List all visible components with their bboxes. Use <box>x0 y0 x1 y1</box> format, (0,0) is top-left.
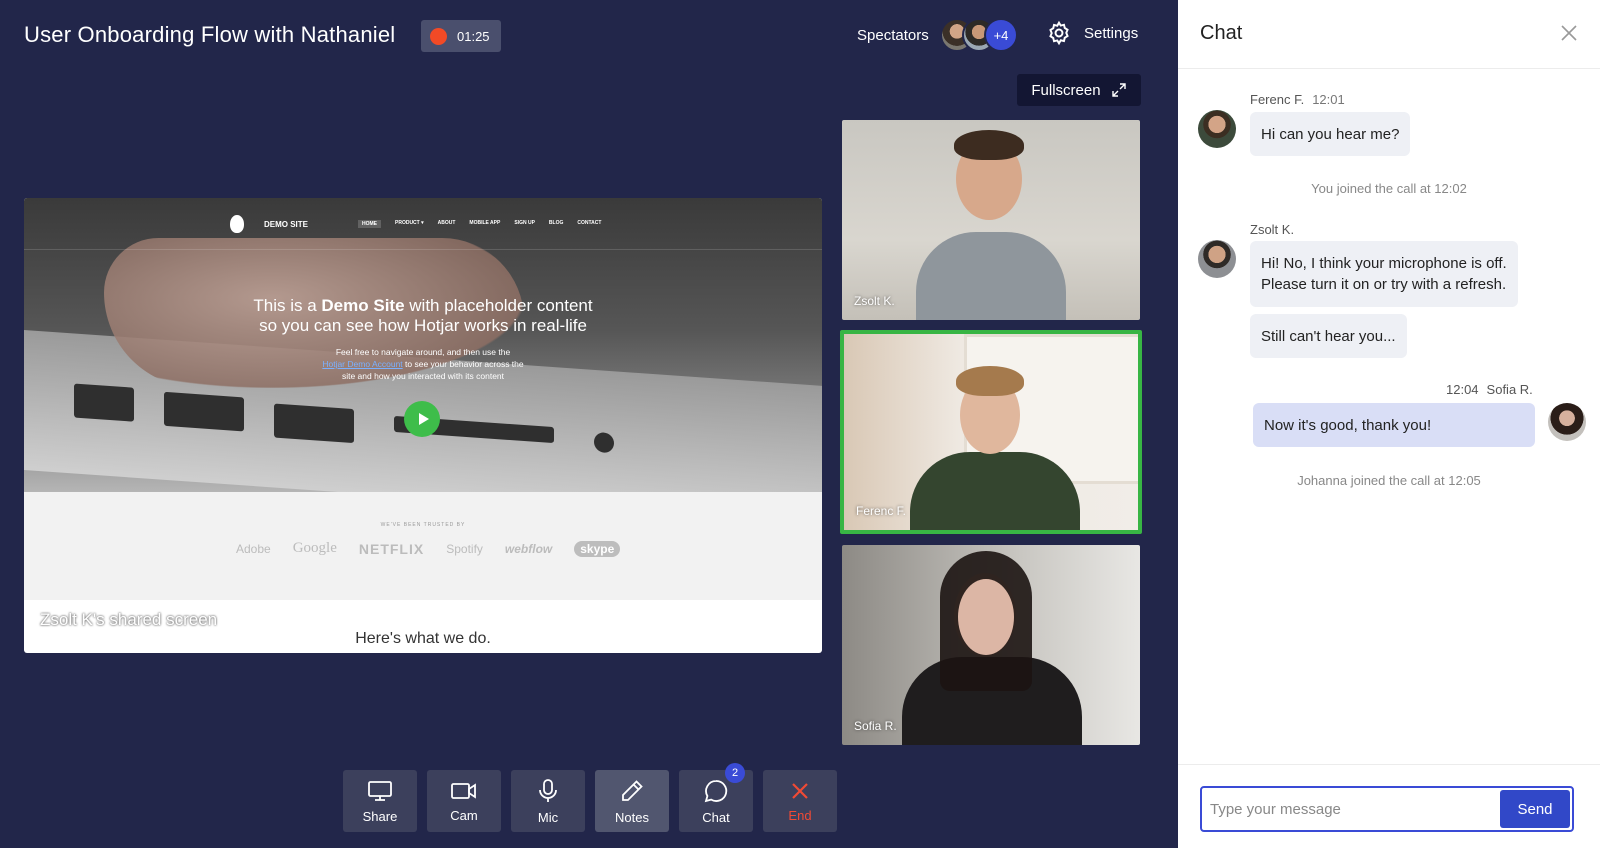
participant-tile-active[interactable]: Ferenc F. <box>840 330 1142 534</box>
demo-site-menu: HOME PRODUCT ▾ ABOUT MOBILE APP SIGN UP … <box>358 220 601 228</box>
trusted-title: WE'VE BEEN TRUSTED BY <box>380 522 466 528</box>
settings-button[interactable]: Settings <box>1046 20 1138 46</box>
demo-menu-item: BLOG <box>548 220 564 226</box>
chat-title: Chat <box>1200 22 1243 44</box>
call-area: User Onboarding Flow with Nathaniel 01:2… <box>0 0 1178 848</box>
skype-logo: skype <box>574 540 621 557</box>
send-button[interactable]: Send <box>1500 790 1570 828</box>
chat-message: Still can't hear you... <box>1250 314 1407 358</box>
demo-paragraph: Hotjar Demo Account to see your behavior… <box>322 359 524 369</box>
demo-site-hero: DEMO SITE HOME PRODUCT ▾ ABOUT MOBILE AP… <box>24 198 822 492</box>
recording-icon <box>430 27 447 45</box>
avatar <box>1198 110 1236 148</box>
webflow-logo: webflow <box>504 541 553 556</box>
participant-name: Sofia R. <box>854 719 897 733</box>
chat-message: Hi! No, I think your microphone is off. … <box>1250 241 1518 307</box>
demo-menu-item: HOME <box>358 220 381 228</box>
fullscreen-button[interactable]: Fullscreen <box>1017 74 1141 106</box>
mic-button[interactable]: Mic <box>511 770 585 832</box>
message-meta: Ferenc F. 12:01 <box>1250 92 1345 107</box>
demo-menu-item: ABOUT <box>437 220 456 226</box>
shared-screen[interactable]: DEMO SITE HOME PRODUCT ▾ ABOUT MOBILE AP… <box>24 198 822 653</box>
spectators-label: Spectators <box>857 27 929 44</box>
notes-label: Notes <box>615 809 649 825</box>
message-composer: Send <box>1200 786 1574 832</box>
demo-menu-item: PRODUCT ▾ <box>395 220 424 226</box>
demo-headline-line2: so you can see how Hotjar works in real-… <box>259 316 587 335</box>
adobe-logo: Adobe <box>236 541 271 556</box>
fullscreen-label: Fullscreen <box>1031 81 1101 99</box>
end-label: End <box>788 807 812 823</box>
participant-name: Zsolt K. <box>854 294 895 308</box>
chat-bubble-icon <box>704 779 728 802</box>
gear-icon <box>1049 20 1069 46</box>
monitor-icon <box>368 780 392 801</box>
end-call-button[interactable]: End <box>763 770 837 832</box>
chat-label: Chat <box>702 809 730 825</box>
demo-account-link: Hotjar Demo Account <box>322 359 403 369</box>
trusted-logos: Adobe Google NETFLIX Spotify webflow sky… <box>236 540 621 557</box>
recording-timer: 01:25 <box>421 20 501 52</box>
demo-paragraph: Feel free to navigate around, and then u… <box>335 347 511 357</box>
demo-headline: This is a Demo Site with placeholder con… <box>253 296 593 315</box>
flame-icon <box>230 215 244 233</box>
camera-icon <box>451 782 476 799</box>
demo-site-nav: DEMO SITE HOME PRODUCT ▾ ABOUT MOBILE AP… <box>24 198 822 250</box>
message-author: Zsolt K. <box>1250 222 1295 237</box>
demo-subheading: Here's what we do. <box>355 630 491 647</box>
demo-paragraph: site and how you interacted with its con… <box>341 371 505 381</box>
divider <box>1178 68 1600 69</box>
share-label: Share <box>362 808 398 824</box>
netflix-logo: NETFLIX <box>358 540 425 557</box>
settings-label: Settings <box>1084 24 1139 42</box>
share-button[interactable]: Share <box>343 770 417 832</box>
avatar <box>1198 240 1236 278</box>
close-icon <box>792 782 808 799</box>
participant-tile[interactable]: Zsolt K. <box>842 120 1140 320</box>
demo-trusted-by: WE'VE BEEN TRUSTED BY Adobe Google NETFL… <box>24 492 822 600</box>
play-icon <box>404 401 440 437</box>
unread-badge: 2 <box>725 763 745 783</box>
google-logo: Google <box>292 540 337 556</box>
avatar <box>1548 403 1586 441</box>
spectators-avatars[interactable]: +4 <box>940 18 1020 54</box>
notes-button[interactable]: Notes <box>595 770 669 832</box>
cam-button[interactable]: Cam <box>427 770 501 832</box>
shared-screen-caption: Zsolt K's shared screen <box>40 610 218 629</box>
system-message: Johanna joined the call at 12:05 <box>1297 473 1481 488</box>
chat-button[interactable]: Chat 2 <box>679 763 753 832</box>
participant-name: Ferenc F. <box>856 504 907 518</box>
call-title: User Onboarding Flow with Nathaniel <box>24 22 396 47</box>
spotify-logo: Spotify <box>446 541 483 556</box>
demo-menu-item: SIGN UP <box>514 220 535 226</box>
timer-value: 01:25 <box>457 28 490 44</box>
demo-menu-item: MOBILE APP <box>469 220 501 226</box>
mic-label: Mic <box>537 809 559 825</box>
chat-message: Hi can you hear me? <box>1250 112 1411 156</box>
demo-site-name: DEMO SITE <box>264 220 309 229</box>
demo-menu-item: CONTACT <box>577 220 602 226</box>
pencil-icon <box>622 779 643 801</box>
close-icon[interactable] <box>1560 24 1578 42</box>
spectators-more-count[interactable]: +4 <box>984 18 1018 52</box>
microphone-icon <box>539 778 557 802</box>
chat-panel: Chat Ferenc F. 12:01 Hi can you hear me? … <box>1178 0 1600 848</box>
message-meta: 12:04 Sofia R. <box>1446 382 1533 397</box>
participant-tile[interactable]: Sofia R. <box>842 545 1140 745</box>
divider <box>1178 764 1600 765</box>
chat-message-own: Now it's good, thank you! <box>1253 403 1535 447</box>
cam-label: Cam <box>450 807 478 823</box>
system-message: You joined the call at 12:02 <box>1311 181 1467 196</box>
expand-icon <box>1111 83 1126 97</box>
message-input[interactable] <box>1210 800 1500 818</box>
